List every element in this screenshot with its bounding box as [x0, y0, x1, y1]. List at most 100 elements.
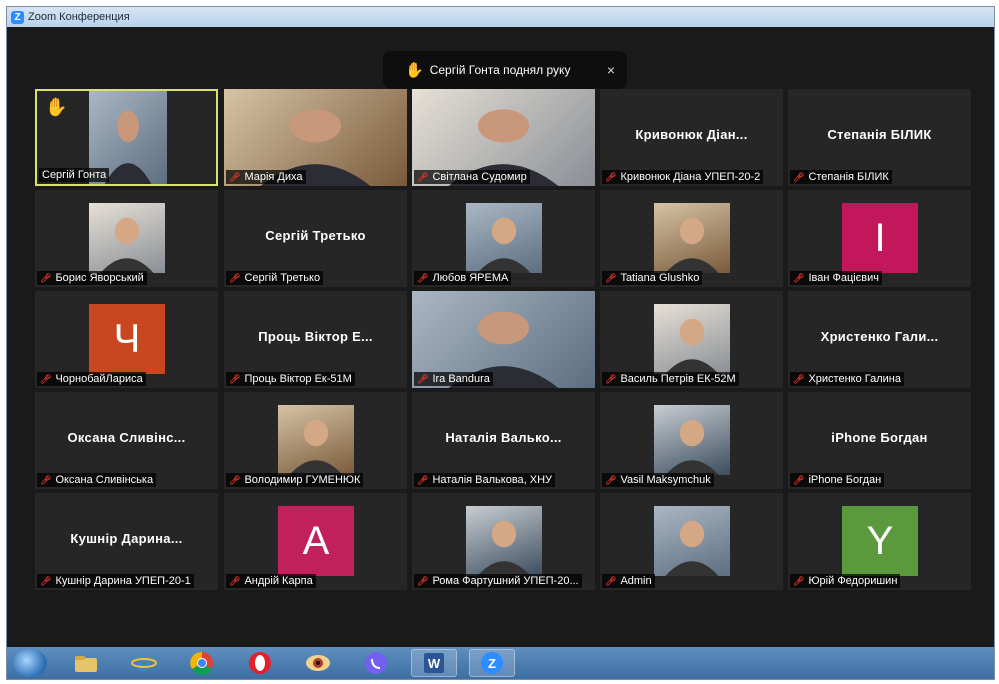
muted-mic-icon: 🎤︎ [229, 373, 241, 384]
participant-name-label: 🎤︎ Кушнір Дарина УПЕП-20-1 [37, 574, 194, 588]
participant-name: Василь Петрів ЕК-52М [620, 373, 736, 385]
participant-name: Оксана Сливінська [55, 474, 154, 486]
participant-tile[interactable]: 🎤︎ Володимир ГУМЕНЮК [224, 392, 407, 489]
participant-name: Сергій Гонта [42, 169, 107, 181]
participant-tile[interactable]: 🎤︎ Марія Диха [224, 89, 407, 186]
muted-mic-icon: 🎤︎ [417, 272, 429, 283]
participant-photo [466, 203, 542, 273]
participant-name-label: 🎤︎ Борис Яворський [37, 271, 147, 285]
participant-name: Проць Віктор Ек-51М [244, 373, 352, 385]
participant-display-name: Кривонюк Діан... [635, 127, 748, 142]
participant-tile[interactable]: 🎤︎ Василь Петрів ЕК-52М [600, 291, 783, 388]
participant-tile[interactable]: Оксана Сливінс... 🎤︎ Оксана Сливінська [35, 392, 218, 489]
participant-name-label: 🎤︎ Андрій Карпа [226, 574, 316, 588]
muted-mic-icon: 🎤︎ [417, 474, 429, 485]
participant-avatar: І [842, 203, 918, 273]
participant-tile[interactable]: 🎤︎ Admin [600, 493, 783, 590]
opera-icon[interactable] [237, 649, 283, 677]
participant-name: Ira Bandura [432, 373, 490, 385]
muted-mic-icon: 🎤︎ [229, 474, 241, 485]
muted-mic-icon: 🎤︎ [793, 474, 805, 485]
participant-name-label: 🎤︎ Проць Віктор Ек-51М [226, 372, 355, 386]
eye-app-icon[interactable] [295, 649, 341, 677]
participant-name: Іван Фацієвич [808, 272, 880, 284]
participant-tile[interactable]: ✋ Сергій Гонта [35, 89, 218, 186]
participant-name-label: 🎤︎ Vasil Maksymchuk [602, 473, 714, 487]
word-glyph: W [428, 656, 441, 671]
participant-photo [654, 506, 730, 576]
participant-display-name: Кушнір Дарина... [70, 531, 183, 546]
word-icon[interactable]: W [411, 649, 457, 677]
participant-photo [654, 304, 730, 374]
participant-tile[interactable]: 🎤︎ Ira Bandura [412, 291, 595, 388]
participant-name-label: 🎤︎ Володимир ГУМЕНЮК [226, 473, 364, 487]
muted-mic-icon: 🎤︎ [40, 373, 52, 384]
muted-mic-icon: 🎤︎ [605, 373, 617, 384]
participant-name: iPhone Богдан [808, 474, 882, 486]
participant-name-label: 🎤︎ Любов ЯРЕМА [414, 271, 512, 285]
ie-icon[interactable]: e [121, 649, 167, 677]
raise-hand-notification: ✋ Сергій Гонта поднял руку × [383, 51, 627, 89]
participant-name: Tatiana Glushko [620, 272, 700, 284]
participant-tile[interactable]: Кушнір Дарина... 🎤︎ Кушнір Дарина УПЕП-20-… [35, 493, 218, 590]
participant-tile[interactable]: Степанія БІЛИК 🎤︎ Степанія БІЛИК [788, 89, 971, 186]
chrome-icon[interactable] [179, 649, 225, 677]
muted-mic-icon: 🎤︎ [605, 171, 617, 182]
viber-icon[interactable] [353, 649, 399, 677]
muted-mic-icon: 🎤︎ [417, 373, 429, 384]
participant-display-name: Христенко Гали... [820, 329, 939, 344]
participant-tile[interactable]: Ч 🎤︎ ЧорнобайЛариса [35, 291, 218, 388]
svg-text:e: e [137, 652, 150, 675]
participant-tile[interactable]: Y 🎤︎ Юрій Федоришин [788, 493, 971, 590]
muted-mic-icon: 🎤︎ [605, 272, 617, 283]
participant-tile[interactable]: Христенко Гали... 🎤︎ Христенко Галина [788, 291, 971, 388]
muted-mic-icon: 🎤︎ [417, 171, 429, 182]
participant-tile[interactable]: Проць Віктор Е... 🎤︎ Проць Віктор Ек-51М [224, 291, 407, 388]
muted-mic-icon: 🎤︎ [605, 474, 617, 485]
participant-display-name: Проць Віктор Е... [258, 329, 373, 344]
participant-name: Андрій Карпа [244, 575, 313, 587]
start-button[interactable] [13, 649, 47, 677]
participant-tile[interactable]: Кривонюк Діан... 🎤︎ Кривонюк Діана УПЕП-20… [600, 89, 783, 186]
zoom-glyph: Z [488, 656, 496, 671]
participant-tile[interactable]: Наталія Валько... 🎤︎ Наталія Валькова, ХНУ [412, 392, 595, 489]
participant-tile[interactable]: Сергій Третько 🎤︎ Сергій Третько [224, 190, 407, 287]
participant-name: Кривонюк Діана УПЕП-20-2 [620, 171, 761, 183]
window-title: Zoom Конференция [28, 11, 130, 23]
participant-avatar: Ч [89, 304, 165, 374]
participant-display-name: Наталія Валько... [445, 430, 562, 445]
participant-photo [466, 506, 542, 576]
zoom-icon[interactable]: Z [469, 649, 515, 677]
participant-tile[interactable]: 🎤︎ Vasil Maksymchuk [600, 392, 783, 489]
participant-name-label: 🎤︎ Оксана Сливінська [37, 473, 157, 487]
participant-photo [654, 203, 730, 273]
participant-name: Сергій Третько [244, 272, 321, 284]
participant-tile[interactable]: 🎤︎ Tatiana Glushko [600, 190, 783, 287]
muted-mic-icon: 🎤︎ [793, 272, 805, 283]
participant-name: Vasil Maksymchuk [620, 474, 711, 486]
participant-name: Володимир ГУМЕНЮК [244, 474, 361, 486]
notification-text: Сергій Гонта поднял руку [429, 63, 571, 77]
participant-name-label: 🎤︎ Ira Bandura [414, 372, 493, 386]
participant-name: Рома Фартушний УПЕП-20... [432, 575, 579, 587]
participant-tile[interactable]: 🎤︎ Світлана Судомир [412, 89, 595, 186]
participant-tile[interactable]: iPhone Богдан 🎤︎ iPhone Богдан [788, 392, 971, 489]
participant-name: Admin [620, 575, 652, 587]
participant-name-label: 🎤︎ Іван Фацієвич [790, 271, 883, 285]
muted-mic-icon: 🎤︎ [793, 373, 805, 384]
participant-tile[interactable]: І 🎤︎ Іван Фацієвич [788, 190, 971, 287]
participant-display-name: iPhone Богдан [831, 430, 928, 445]
participant-tile[interactable]: 🎤︎ Рома Фартушний УПЕП-20... [412, 493, 595, 590]
explorer-icon[interactable] [63, 649, 109, 677]
zoom-window: Z Zoom Конференция ✋ Сергій Гонта поднял… [6, 6, 995, 680]
participant-name: ЧорнобайЛариса [55, 373, 143, 385]
muted-mic-icon: 🎤︎ [605, 575, 617, 586]
muted-mic-icon: 🎤︎ [229, 171, 241, 182]
participant-name-label: 🎤︎ Наталія Валькова, ХНУ [414, 473, 556, 487]
participant-tile[interactable]: 🎤︎ Борис Яворський [35, 190, 218, 287]
participant-tile[interactable]: 🎤︎ Любов ЯРЕМА [412, 190, 595, 287]
participant-photo [654, 405, 730, 475]
participant-tile[interactable]: А 🎤︎ Андрій Карпа [224, 493, 407, 590]
participant-name-label: 🎤︎ Марія Диха [226, 170, 306, 184]
close-notification-button[interactable]: × [607, 62, 615, 78]
